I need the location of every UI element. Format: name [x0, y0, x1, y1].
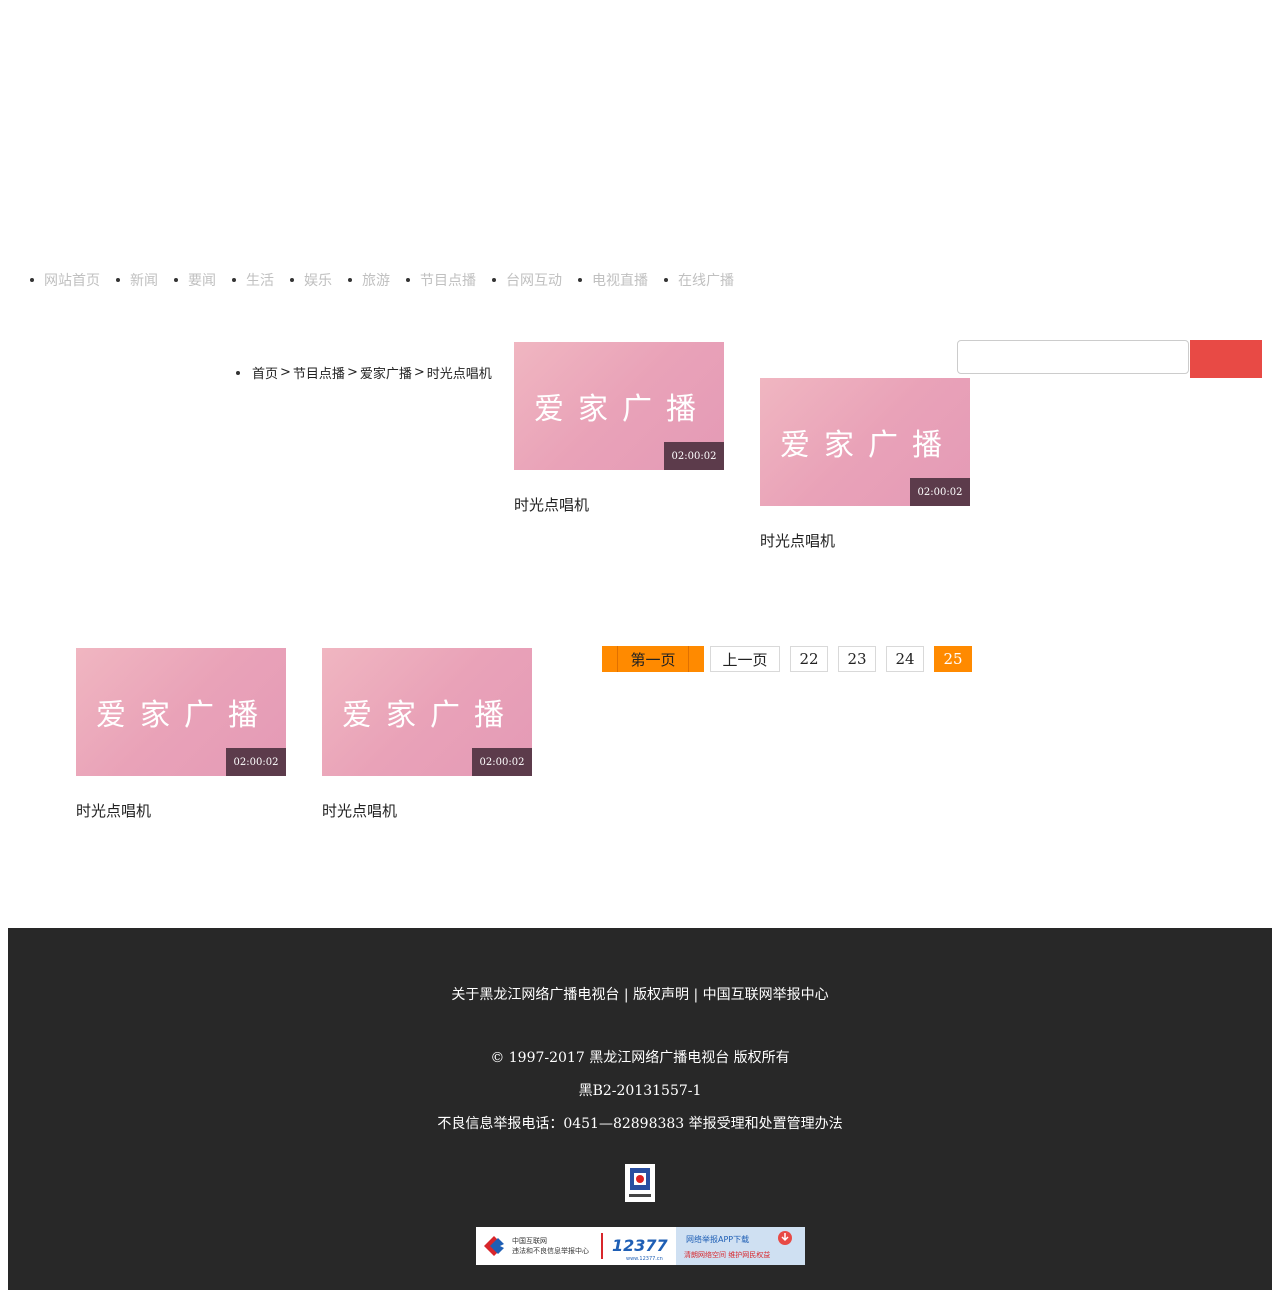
prev-page-button[interactable]: 上一页 [710, 646, 780, 672]
nav-item-label[interactable]: 台网互动 [506, 270, 562, 290]
page-link-24[interactable]: 24 [886, 646, 924, 672]
banner-right-slogan: 清朗网络空间 维护网民权益 [684, 1250, 770, 1259]
bullet-icon [290, 278, 294, 282]
program-thumbnail[interactable]: 爱家广播 02:00:02 [76, 648, 286, 776]
breadcrumb-separator: > [280, 365, 291, 380]
bullet-icon [174, 278, 178, 282]
program-thumbnail[interactable]: 爱家广播 02:00:02 [322, 648, 532, 776]
footer: 关于黑龙江网络广播电视台 | 版权声明 | 中国互联网举报中心 © 1997-2… [8, 928, 1272, 1290]
nav-item-label[interactable]: 新闻 [130, 270, 158, 290]
search-input[interactable] [957, 340, 1189, 374]
program-card[interactable]: 爱家广播 02:00:02 时光点唱机 [322, 648, 532, 821]
bullet-icon [232, 278, 236, 282]
duration-badge: 02:00:02 [664, 442, 724, 470]
banner-hotline-url: www.12377.cn [626, 1256, 663, 1262]
nav-item-label[interactable]: 在线广播 [678, 270, 734, 290]
bullet-icon [116, 278, 120, 282]
program-card[interactable]: 爱家广播 02:00:02 时光点唱机 [514, 342, 724, 515]
breadcrumb-home[interactable]: 首页 [252, 363, 278, 382]
bullet-icon [492, 278, 496, 282]
first-page-button[interactable]: 第一页 [602, 646, 704, 672]
nav-item-label[interactable]: 娱乐 [304, 270, 332, 290]
breadcrumb-separator: > [413, 365, 425, 380]
nav-item-label[interactable]: 网站首页 [44, 270, 100, 290]
nav-item-vod[interactable]: 节目点播 [406, 270, 476, 290]
program-thumbnail[interactable]: 爱家广播 02:00:02 [760, 378, 970, 506]
bullet-icon [348, 278, 352, 282]
footer-license: 黑B2-20131557-1 [578, 1083, 702, 1099]
banner-hotline: 12377 [612, 1236, 669, 1255]
footer-report-line[interactable]: 不良信息举报电话：0451—82898383 举报受理和处置管理办法 [8, 1113, 1272, 1133]
breadcrumb-current: 时光点唱机 [426, 367, 492, 382]
banner-left-subtitle: 违法和不良信息举报中心 [512, 1246, 589, 1255]
page-link-23[interactable]: 23 [838, 646, 876, 672]
search-button[interactable] [1190, 340, 1262, 378]
bullet-icon [236, 370, 240, 375]
program-title[interactable]: 时光点唱机 [760, 530, 970, 551]
main-nav: 网站首页 新闻 要闻 生活 娱乐 旅游 节目点播 台网互动 电视直播 在线广播 [30, 270, 750, 290]
first-page-label[interactable]: 第一页 [617, 646, 689, 672]
nav-item-label[interactable]: 旅游 [362, 270, 390, 290]
nav-item-news[interactable]: 新闻 [116, 270, 158, 290]
footer-copyright: © 1997-2017 黑龙江网络广播电视台 版权所有 [490, 1050, 790, 1066]
nav-item-label[interactable]: 节目点播 [420, 270, 476, 290]
nav-item-travel[interactable]: 旅游 [348, 270, 390, 290]
page-link-22[interactable]: 22 [790, 646, 828, 672]
nav-item-tv-live[interactable]: 电视直播 [578, 270, 648, 290]
nav-item-label[interactable]: 电视直播 [592, 270, 648, 290]
bullet-icon [30, 278, 34, 282]
program-card[interactable]: 爱家广播 02:00:02 时光点唱机 [76, 648, 286, 821]
nav-item-label[interactable]: 生活 [246, 270, 274, 290]
banner-right-title: 网络举报APP下载 [686, 1234, 749, 1244]
nav-item-label[interactable]: 要闻 [188, 270, 216, 290]
nav-item-radio[interactable]: 在线广播 [664, 270, 734, 290]
nav-item-life[interactable]: 生活 [232, 270, 274, 290]
footer-links[interactable]: 关于黑龙江网络广播电视台 | 版权声明 | 中国互联网举报中心 [8, 984, 1272, 1004]
nav-item-headlines[interactable]: 要闻 [174, 270, 216, 290]
pagination: 第一页 上一页 22 23 24 25 [602, 646, 982, 672]
duration-badge: 02:00:02 [472, 748, 532, 776]
nav-item-entertainment[interactable]: 娱乐 [290, 270, 332, 290]
program-title[interactable]: 时光点唱机 [322, 800, 532, 821]
breadcrumb-channel[interactable]: 爱家广播 [360, 363, 412, 382]
nav-item-home[interactable]: 网站首页 [30, 270, 100, 290]
breadcrumb-separator: > [346, 365, 358, 380]
program-title[interactable]: 时光点唱机 [514, 494, 724, 515]
banner-left-title: 中国互联网 [512, 1236, 547, 1245]
police-badge-icon[interactable] [625, 1164, 655, 1202]
nav-item-interaction[interactable]: 台网互动 [492, 270, 562, 290]
report-center-banner[interactable]: 中国互联网 违法和不良信息举报中心 12377 www.12377.cn 网络举… [476, 1227, 805, 1265]
bullet-icon [406, 278, 410, 282]
bullet-icon [664, 278, 668, 282]
breadcrumb-vod[interactable]: 节目点播 [293, 363, 345, 382]
duration-badge: 02:00:02 [226, 748, 286, 776]
program-title[interactable]: 时光点唱机 [76, 800, 286, 821]
duration-badge: 02:00:02 [910, 478, 970, 506]
bullet-icon [578, 278, 582, 282]
program-card[interactable]: 爱家广播 02:00:02 时光点唱机 [760, 378, 970, 551]
breadcrumb: 首页 > 节目点播 > 爱家广播 > 时光点唱机 [236, 363, 492, 382]
program-thumbnail[interactable]: 爱家广播 02:00:02 [514, 342, 724, 470]
page-current: 25 [934, 646, 972, 672]
